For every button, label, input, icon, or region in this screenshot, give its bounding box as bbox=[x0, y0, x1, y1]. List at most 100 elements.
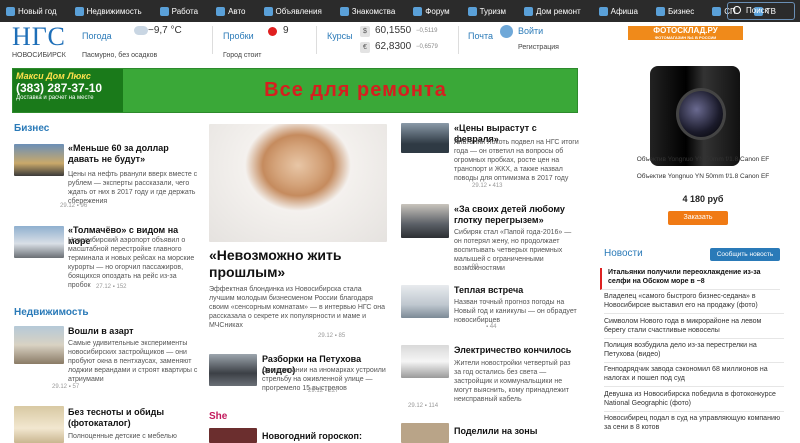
article-text: Цены на нефть рванули вверх вместе с руб… bbox=[68, 171, 198, 205]
article-text: Назван точный прогноз погоды на Новый го… bbox=[454, 299, 577, 324]
product-ad[interactable]: ФОТОСКЛАД.РУ ФОТОМАГАЗИН №1 В РОССИИ Объе… bbox=[628, 26, 786, 236]
nav-item-auto[interactable]: Авто bbox=[216, 0, 246, 22]
article-text: Жители новостройки четвертый раз за год … bbox=[454, 360, 571, 403]
article-text: Анатолий Локоть подвел на НГС итоги года… bbox=[454, 139, 579, 182]
mail-widget: Почта Войти Регистрация bbox=[468, 25, 578, 56]
tree-icon bbox=[6, 6, 15, 16]
usd-change: −0,5119 bbox=[416, 28, 438, 34]
search-button[interactable]: Поиск bbox=[727, 2, 795, 20]
order-button[interactable]: Заказать bbox=[668, 211, 728, 225]
featured-title[interactable]: «Невозможно жить прошлым» bbox=[209, 247, 389, 281]
nav-item-tourism[interactable]: Туризм bbox=[467, 0, 506, 22]
traffic-description: Город стоит bbox=[223, 52, 262, 59]
plane-icon bbox=[467, 6, 477, 16]
weather-description: Пасмурно, без осадков bbox=[82, 52, 158, 59]
weather-widget[interactable]: Погода −9,7 °C Пасмурно, без осадков bbox=[82, 25, 182, 59]
article-meta: 29.12 ▪ 227 bbox=[308, 388, 339, 394]
news-item[interactable]: Владелец «самого быстрого бизнес-седана»… bbox=[604, 292, 784, 314]
article-meta: 29.12 ▪ 96 bbox=[60, 203, 88, 209]
news-item[interactable]: Итальянки получили переохлаждение из-за … bbox=[600, 268, 780, 290]
article-title[interactable]: Новогодний гороскоп: Петух bbox=[262, 431, 390, 443]
lens-glass bbox=[676, 88, 726, 140]
mail-title[interactable]: Почта bbox=[468, 31, 493, 41]
nav-item-jobs[interactable]: Работа bbox=[159, 0, 198, 22]
weather-temperature: −9,7 °C bbox=[148, 25, 182, 36]
briefcase-icon bbox=[159, 6, 169, 16]
traffic-widget[interactable]: Пробки 9 Город стоит bbox=[223, 25, 289, 59]
article-meta: 29.12 ▪ 114 bbox=[408, 403, 439, 409]
article-meta: ▪ 44 bbox=[486, 324, 497, 330]
ad-banner[interactable]: Макси Дом Люкс (383) 287-37-10 Доставка … bbox=[12, 68, 578, 113]
article-thumbnail[interactable] bbox=[14, 406, 64, 443]
site-logo[interactable]: НГС НОВОСИБИРСК bbox=[12, 24, 66, 64]
document-icon bbox=[263, 6, 273, 16]
home-icon bbox=[74, 6, 84, 16]
dollar-icon: $ bbox=[360, 26, 370, 37]
product-name-secondary: Объектив Yongnuo YN 50mm f/1.8 Canon EF bbox=[636, 173, 770, 180]
eur-rate: 62,8300 bbox=[375, 41, 412, 52]
nav-item-dating[interactable]: Знакомства bbox=[339, 0, 395, 22]
section-she[interactable]: She bbox=[209, 411, 227, 422]
article-text: Новосибирский аэропорт объявил о масштаб… bbox=[68, 237, 195, 289]
nav-item-home-repair[interactable]: Дом ремонт bbox=[524, 0, 581, 22]
news-title[interactable]: Новости bbox=[604, 248, 643, 259]
traffic-score: 9 bbox=[283, 25, 289, 36]
article-text: Самые удивительные эксперименты новосиби… bbox=[68, 340, 198, 383]
news-item[interactable]: Девушка из Новосибирска победила в фоток… bbox=[604, 390, 784, 412]
news-item[interactable]: Новосибирец подал в суд на управляющую к… bbox=[604, 414, 784, 435]
usd-rate: 60,1550 bbox=[375, 25, 412, 36]
banner-headline: Все для ремонта bbox=[264, 79, 447, 101]
search-icon bbox=[733, 6, 741, 14]
nav-item-afisha[interactable]: Афиша bbox=[598, 0, 638, 22]
featured-photo[interactable] bbox=[209, 124, 387, 242]
news-item[interactable]: Генподрядчик завода сэкономил 68 миллион… bbox=[604, 365, 784, 387]
article-title[interactable]: Поделили на зоны bbox=[454, 426, 579, 437]
article-title[interactable]: «Меньше 60 за доллар давать не будут» bbox=[68, 143, 198, 165]
chat-icon bbox=[413, 6, 423, 16]
article-meta: 29.12 ▪ 413 bbox=[472, 183, 503, 189]
article-meta: ▪ 99 bbox=[468, 264, 479, 270]
rates-title[interactable]: Курсы bbox=[327, 31, 353, 41]
article-title[interactable]: Без тесноты и обиды (фотокаталог) bbox=[68, 407, 198, 429]
nav-item-ads[interactable]: Объявления bbox=[263, 0, 322, 22]
top-navigation: Новый год Недвижимость Работа Авто Объяв… bbox=[0, 0, 800, 22]
chart-icon bbox=[656, 6, 665, 16]
article-title[interactable]: Теплая встреча bbox=[454, 285, 579, 296]
hammer-icon bbox=[524, 6, 534, 16]
car-icon bbox=[216, 6, 226, 16]
divider bbox=[316, 26, 317, 54]
section-business[interactable]: Бизнес bbox=[14, 123, 49, 134]
nav-item-business[interactable]: Бизнес bbox=[656, 0, 694, 22]
section-realty[interactable]: Недвижимость bbox=[14, 307, 89, 318]
article-text: Сибиряк стал «Папой года-2016» — он поте… bbox=[454, 229, 572, 272]
article-title[interactable]: Вошли в азарт bbox=[68, 326, 198, 337]
nav-item-forum[interactable]: Форум bbox=[413, 0, 450, 22]
register-link[interactable]: Регистрация bbox=[518, 44, 559, 51]
divider bbox=[458, 26, 459, 54]
send-news-button[interactable]: Сообщить новость bbox=[710, 248, 780, 261]
mail-icon bbox=[500, 25, 513, 38]
article-meta: 27.12 ▪ 152 bbox=[96, 284, 127, 290]
product-price: 4 180 руб bbox=[682, 194, 724, 204]
article-thumbnail[interactable] bbox=[401, 423, 449, 443]
cloud-icon bbox=[134, 26, 148, 35]
traffic-title[interactable]: Пробки bbox=[223, 31, 254, 41]
eur-change: −0,6579 bbox=[416, 44, 438, 50]
weather-title[interactable]: Погода bbox=[82, 31, 112, 41]
article-title[interactable]: Электричество кончилось bbox=[454, 345, 579, 356]
login-link[interactable]: Войти bbox=[518, 26, 543, 36]
article-text: Две компании на иномарках устроили стрел… bbox=[262, 367, 386, 392]
article-title[interactable]: «За своих детей любому глотку перегрызем… bbox=[454, 204, 579, 226]
article-thumbnail[interactable] bbox=[209, 428, 257, 443]
featured-meta: 29.12 ▪ 85 bbox=[318, 333, 346, 339]
divider bbox=[212, 26, 213, 54]
heart-icon bbox=[339, 6, 349, 16]
article-meta: 29.12 ▪ 57 bbox=[52, 384, 80, 390]
news-item[interactable]: Полиция возбудила дело из-за перестрелки… bbox=[604, 341, 784, 363]
currency-widget[interactable]: Курсы $ 60,1550 −0,5119 € 62,8300 −0,657… bbox=[327, 25, 457, 56]
fotosklad-logo: ФОТОСКЛАД.РУ ФОТОМАГАЗИН №1 В РОССИИ bbox=[628, 26, 743, 40]
nav-item-new-year[interactable]: Новый год bbox=[6, 0, 57, 22]
news-item[interactable]: Символом Нового года в микрорайоне на ле… bbox=[604, 317, 784, 339]
ticket-icon bbox=[598, 6, 608, 16]
nav-item-realty[interactable]: Недвижимость bbox=[74, 0, 142, 22]
